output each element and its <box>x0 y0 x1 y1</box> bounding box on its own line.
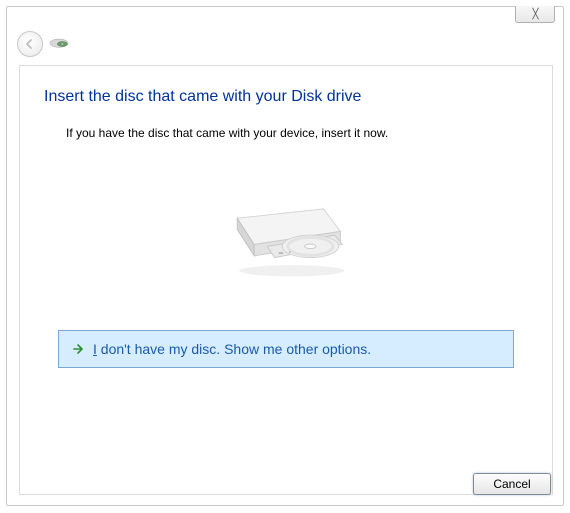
toolbar <box>17 31 69 57</box>
wizard-window: ╳ Insert the disc that came with your Di… <box>6 6 564 506</box>
no-disc-option[interactable]: I don't have my disc. Show me other opti… <box>58 330 514 368</box>
back-arrow-icon <box>24 38 36 50</box>
drive-icon <box>49 37 69 51</box>
disc-drive-illustration <box>44 172 528 302</box>
close-button[interactable]: ╳ <box>515 6 555 23</box>
cancel-button[interactable]: Cancel <box>473 473 551 495</box>
instruction-text: If you have the disc that came with your… <box>66 126 528 140</box>
footer: Cancel <box>473 473 551 495</box>
content-panel: Insert the disc that came with your Disk… <box>19 65 553 495</box>
close-icon: ╳ <box>532 9 537 20</box>
page-heading: Insert the disc that came with your Disk… <box>44 88 528 106</box>
no-disc-option-label: I don't have my disc. Show me other opti… <box>93 341 371 357</box>
back-button[interactable] <box>17 31 43 57</box>
arrow-right-icon <box>71 342 85 356</box>
